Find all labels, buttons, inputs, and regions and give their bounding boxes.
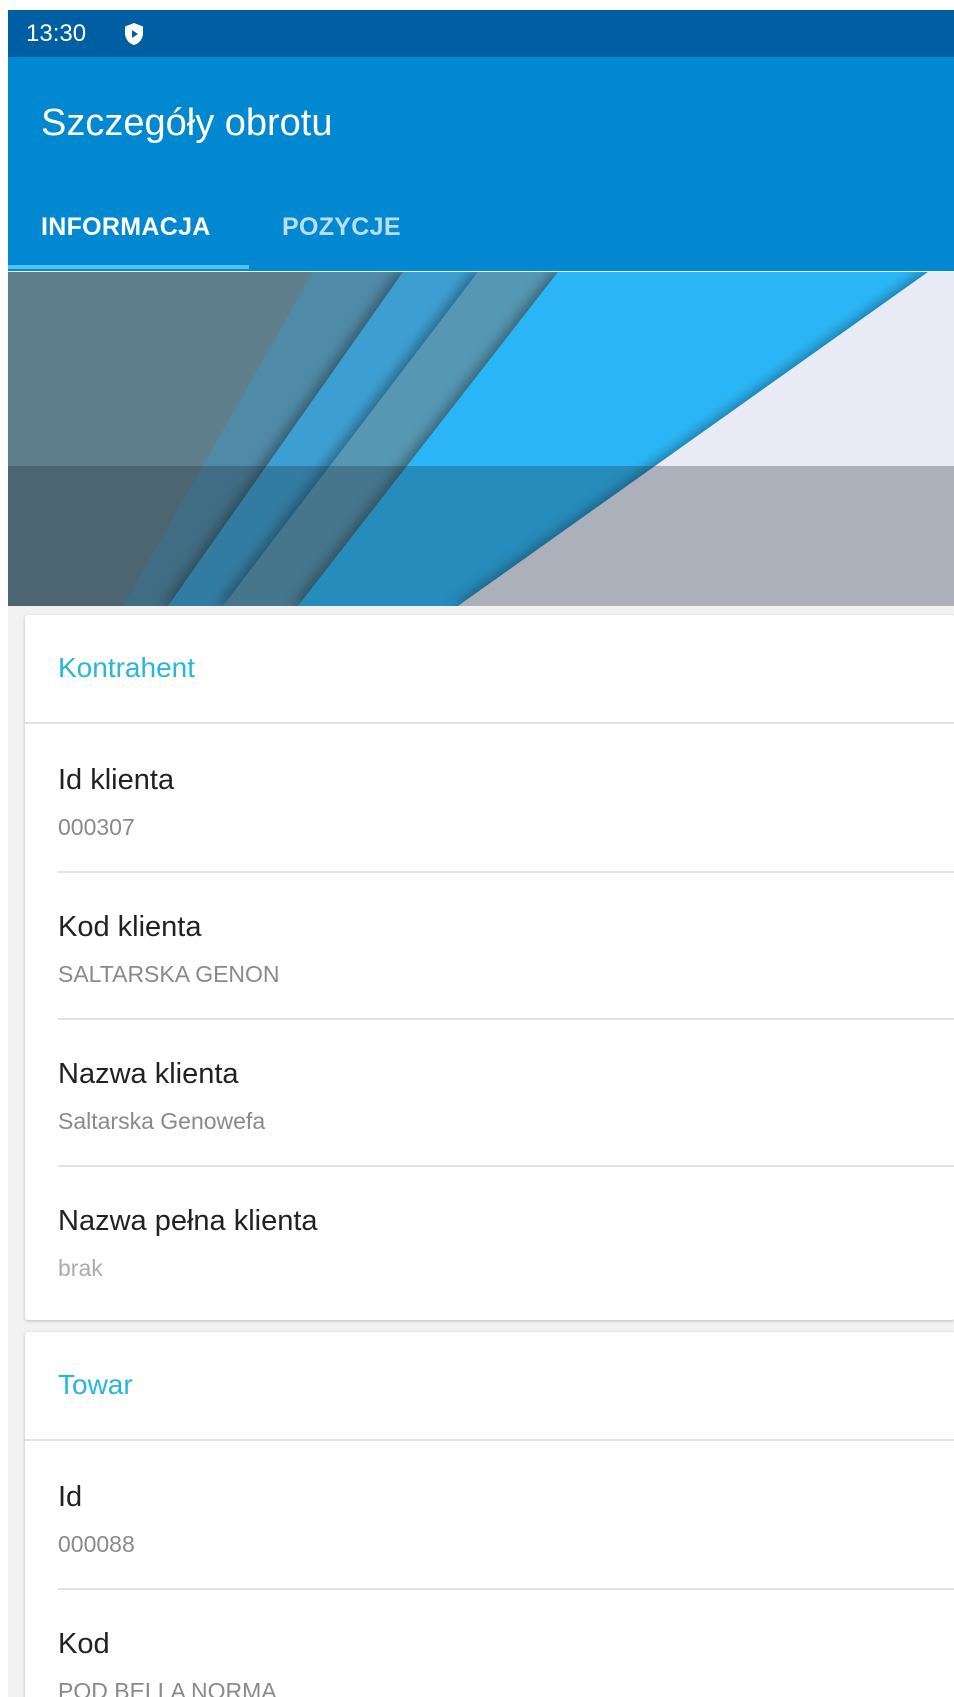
field-kod-klienta: Kod klienta SALTARSKA GENON [25, 871, 954, 1018]
section-title: Towar [58, 1369, 133, 1400]
field-label: Nazwa pełna klienta [58, 1205, 318, 1237]
field-label: Nazwa klienta [58, 1058, 239, 1090]
field-label: Id [58, 1481, 83, 1513]
page-title: Szczegóły obrotu [41, 102, 333, 144]
field-label: Kod [58, 1628, 110, 1660]
field-value: 000307 [58, 814, 135, 840]
field-id: Id 000088 [25, 1441, 954, 1588]
field-value: POD BELLA NORMA [58, 1678, 277, 1697]
field-nazwa-pelna-klienta: Nazwa pełna klienta brak [25, 1165, 954, 1312]
field-nazwa-klienta: Nazwa klienta Saltarska Genowefa [25, 1018, 954, 1165]
status-bar: 13:30 [8, 10, 954, 57]
app-bar: Szczegóły obrotu INFORMACJA POZYCJE [8, 57, 954, 271]
field-label: Id klienta [58, 764, 175, 796]
field-value: 000088 [58, 1531, 135, 1557]
card-header: Towar [25, 1332, 954, 1441]
card-header: Kontrahent [25, 615, 954, 724]
tab-informacja[interactable]: INFORMACJA [41, 212, 211, 242]
field-value: SALTARSKA GENON [58, 961, 280, 987]
screen: 13:30 Szczegóły obrotu INFORMACJA POZYCJ… [8, 10, 954, 1697]
tab-indicator [8, 265, 249, 269]
status-time: 13:30 [26, 20, 87, 47]
section-title: Kontrahent [58, 652, 195, 683]
field-value: Saltarska Genowefa [58, 1108, 266, 1134]
tab-pozycje[interactable]: POZYCJE [282, 212, 401, 242]
field-label: Kod klienta [58, 911, 202, 943]
card-kontrahent: Kontrahent Id klienta 000307 Kod klienta… [25, 615, 954, 1320]
field-kod: Kod POD BELLA NORMA [25, 1588, 954, 1697]
field-value: brak [58, 1255, 103, 1281]
shield-icon [125, 23, 143, 45]
field-id-klienta: Id klienta 000307 [25, 724, 954, 871]
card-towar: Towar Id 000088 Kod POD BELLA NORMA [25, 1332, 954, 1697]
header-banner-image [8, 272, 954, 606]
